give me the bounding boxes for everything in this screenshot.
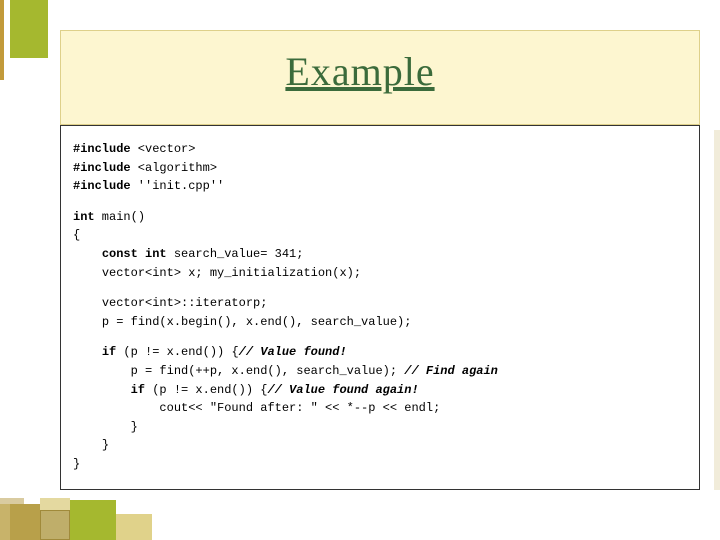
keyword: #include (73, 179, 131, 193)
code-text: } (73, 457, 80, 471)
code-line: int main() (73, 208, 687, 227)
slide-title: Example (0, 48, 720, 95)
code-line: { (73, 226, 687, 245)
code-line: p = find(++p, x.end(), search_value); //… (73, 362, 687, 381)
code-text: search_value= 341; (167, 247, 304, 261)
iterator-block: vector<int>::iteratorp; p = find(x.begin… (73, 294, 687, 331)
indent (73, 401, 159, 415)
code-text: } (131, 420, 138, 434)
keyword: const int (102, 247, 167, 261)
code-text: <vector> (131, 142, 196, 156)
code-text: { (73, 228, 80, 242)
keyword: int (73, 210, 95, 224)
code-text: p = find(++p, x.end(), search_value); (131, 364, 405, 378)
keyword: #include (73, 161, 131, 175)
includes-block: #include <vector> #include <algorithm> #… (73, 140, 687, 196)
code-line: } (73, 455, 687, 474)
indent (73, 364, 131, 378)
code-line: #include <vector> (73, 140, 687, 159)
deco-square (70, 500, 116, 540)
deco-right-stripe (714, 130, 720, 490)
comment: // Find again (404, 364, 498, 378)
deco-square (40, 498, 70, 510)
indent (73, 247, 102, 261)
comment: // Value found! (239, 345, 347, 359)
code-line: vector<int> x; my_initialization(x); (73, 264, 687, 283)
code-line: const int search_value= 341; (73, 245, 687, 264)
code-line: #include ''init.cpp'' (73, 177, 687, 196)
comment: // Value found again! (267, 383, 418, 397)
code-line: p = find(x.begin(), x.end(), search_valu… (73, 313, 687, 332)
code-line: cout<< "Found after: " << *--p << endl; (73, 399, 687, 418)
code-line: } (73, 436, 687, 455)
code-line: if (p != x.end()) {// Value found! (73, 343, 687, 362)
code-line: vector<int>::iteratorp; (73, 294, 687, 313)
code-text: <algorithm> (131, 161, 217, 175)
indent (73, 383, 131, 397)
code-block: #include <vector> #include <algorithm> #… (60, 125, 700, 490)
if-block: if (p != x.end()) {// Value found! p = f… (73, 343, 687, 473)
keyword: if (102, 345, 116, 359)
code-text: p = find(x.begin(), x.end(), search_valu… (102, 315, 412, 329)
deco-square (0, 504, 10, 540)
code-text: ''init.cpp'' (131, 179, 225, 193)
code-text: cout<< "Found after: " << *--p << endl; (159, 401, 440, 415)
indent (73, 266, 102, 280)
code-line: if (p != x.end()) {// Value found again! (73, 381, 687, 400)
code-text: vector<int>::iteratorp; (102, 296, 268, 310)
code-text: main() (95, 210, 145, 224)
code-text: vector<int> x; my_initialization(x); (102, 266, 361, 280)
code-text: (p != x.end()) { (116, 345, 238, 359)
main-signature-block: int main() { const int search_value= 341… (73, 208, 687, 282)
indent (73, 345, 102, 359)
code-text: } (102, 438, 109, 452)
keyword: #include (73, 142, 131, 156)
indent (73, 438, 102, 452)
indent (73, 315, 102, 329)
keyword: if (131, 383, 145, 397)
code-line: } (73, 418, 687, 437)
deco-square (116, 514, 152, 540)
code-text: (p != x.end()) { (145, 383, 267, 397)
indent (73, 420, 131, 434)
code-line: #include <algorithm> (73, 159, 687, 178)
indent (73, 296, 102, 310)
deco-square (40, 510, 70, 540)
deco-square (10, 504, 40, 540)
